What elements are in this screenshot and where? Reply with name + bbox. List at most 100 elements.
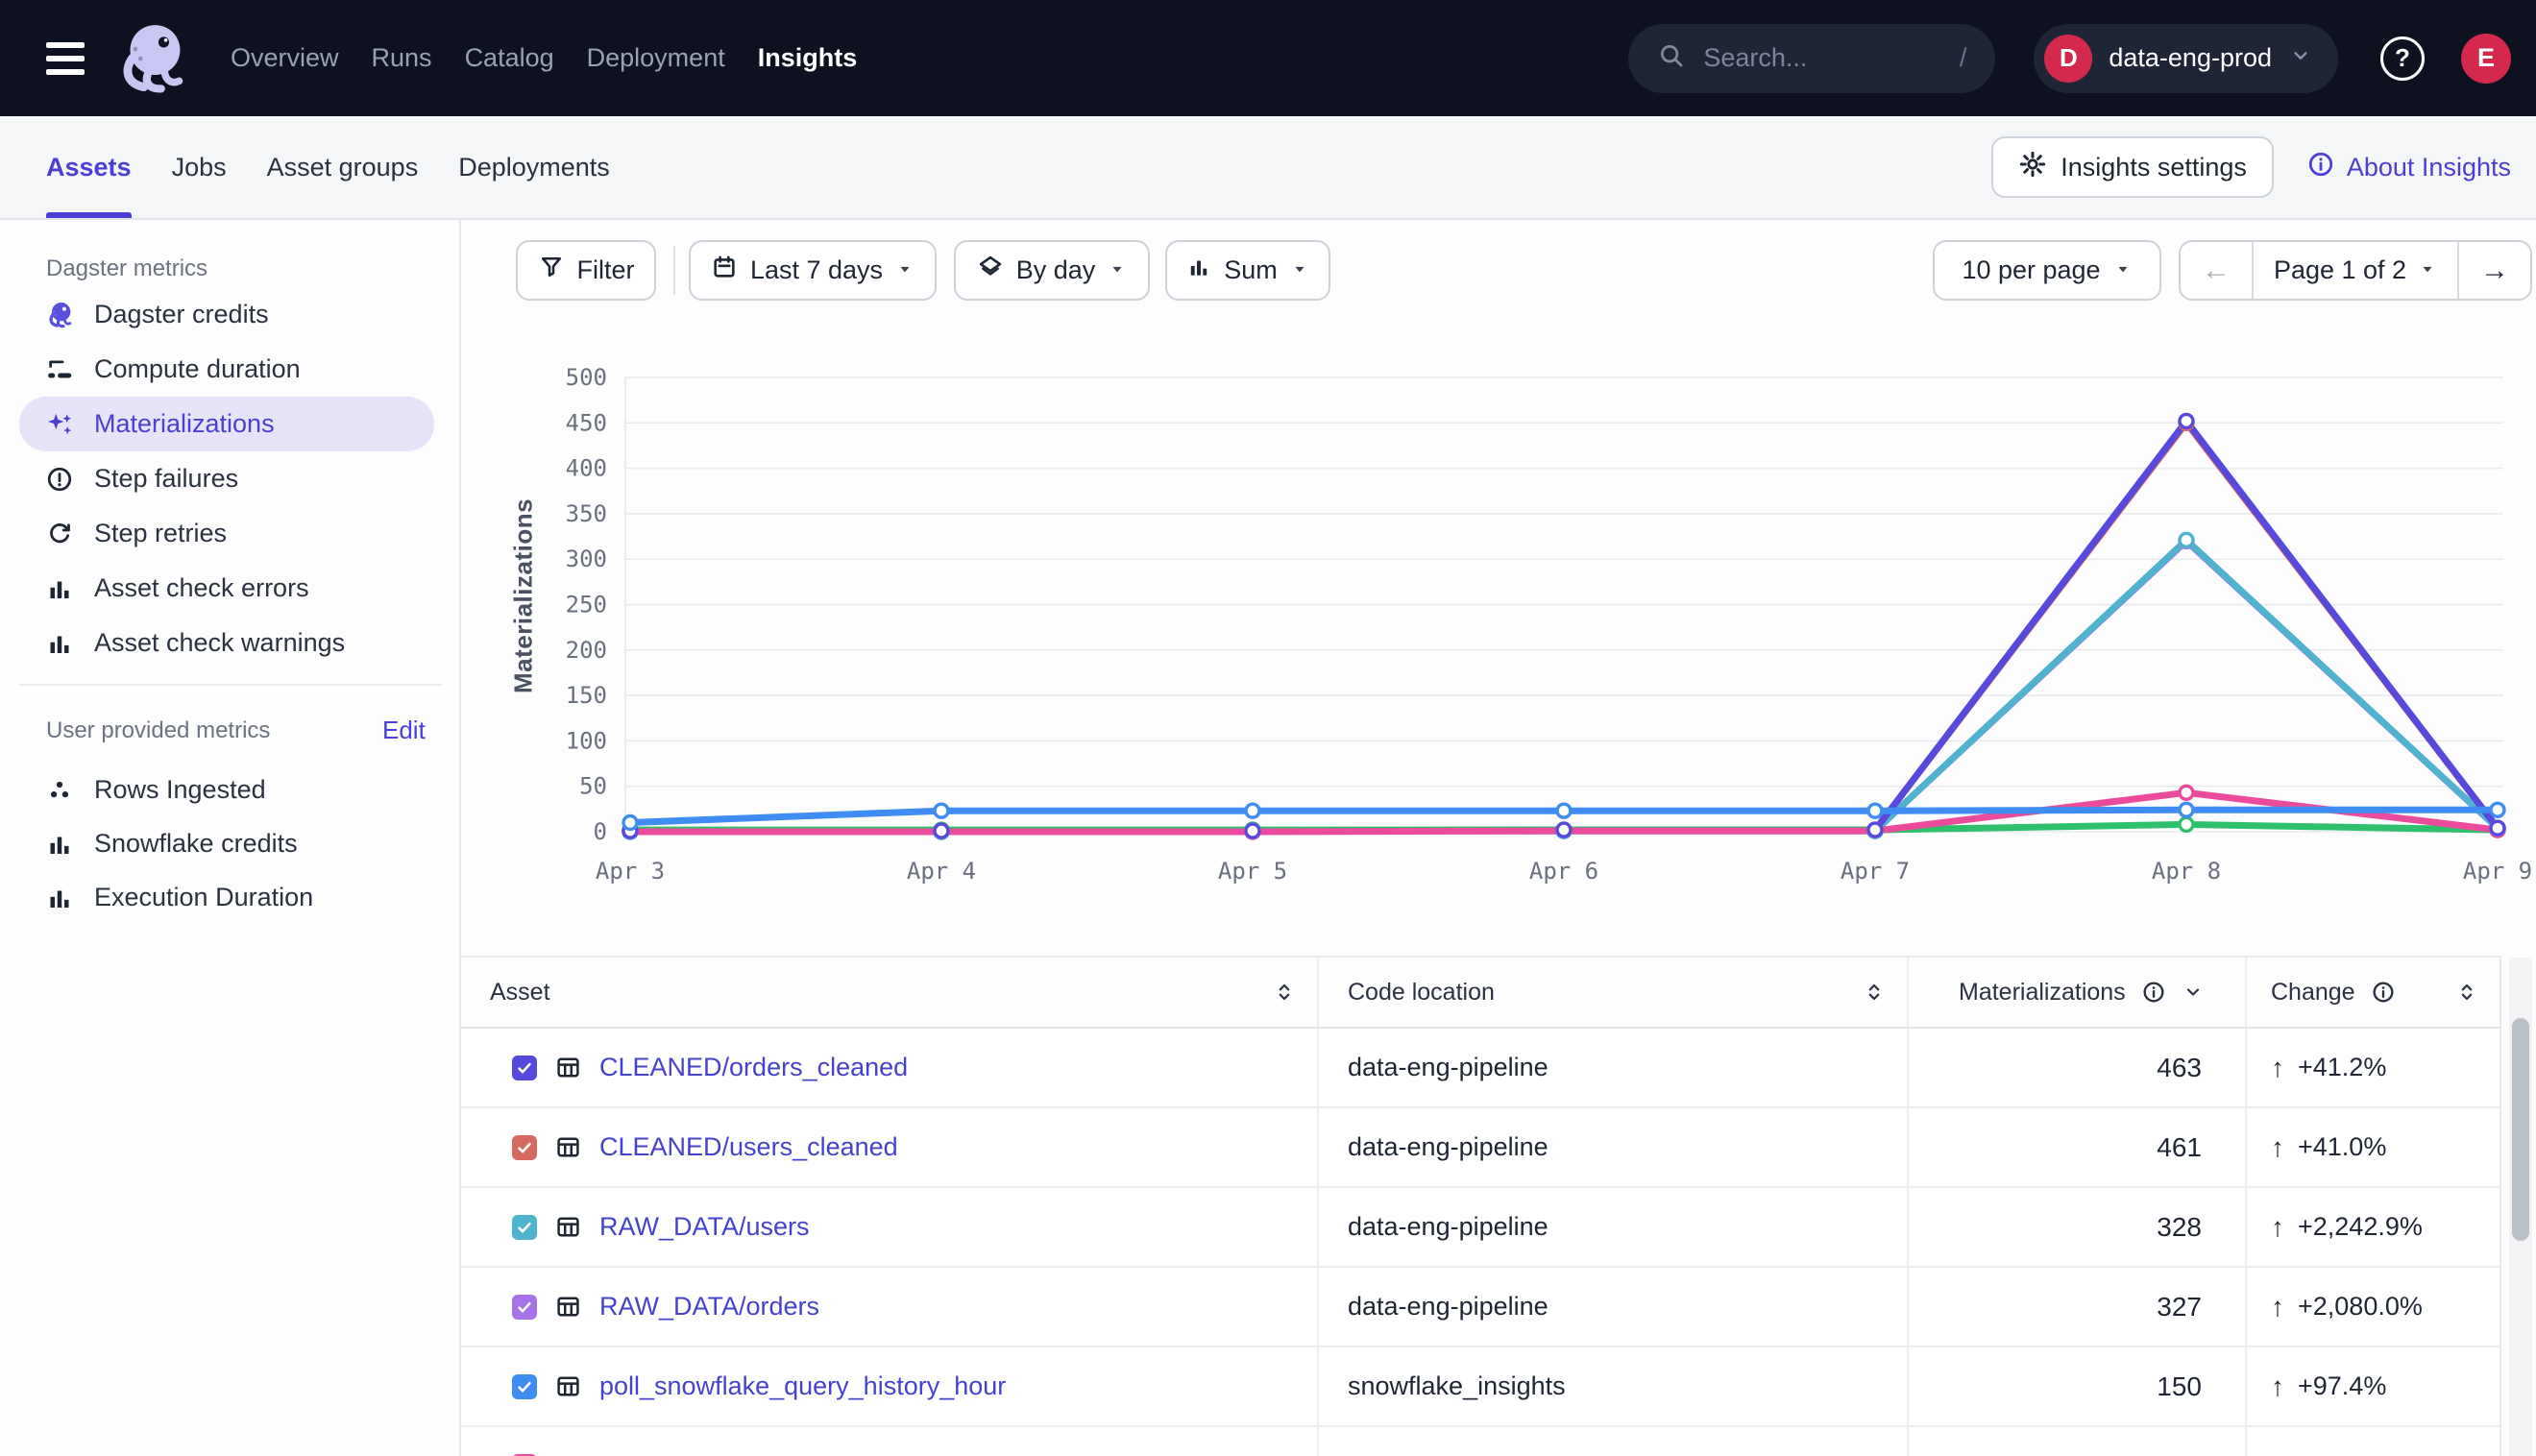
search-icon [1657, 41, 1686, 70]
filter-button[interactable]: Filter [516, 240, 656, 301]
filter-label: Filter [577, 255, 635, 285]
about-insights-label: About Insights [2347, 153, 2511, 182]
sort-desc-icon[interactable] [2182, 981, 2205, 1004]
sidebar-item-asset-check-errors[interactable]: Asset check errors [19, 561, 434, 616]
tab-actions: Insights settings About Insights [1991, 136, 2511, 198]
column-header-asset[interactable]: Asset [461, 958, 1317, 1027]
sort-icon[interactable] [1273, 981, 1296, 1004]
sidebar-item-dagster-credits[interactable]: Dagster credits [19, 287, 434, 342]
next-page-button[interactable]: → [2457, 242, 2530, 299]
tab-jobs[interactable]: Jobs [172, 116, 227, 218]
column-header-materializations[interactable]: Materializations [1907, 958, 2245, 1027]
aggregation-dropdown[interactable]: Sum [1165, 240, 1330, 301]
y-tick-label: 350 [566, 500, 607, 527]
sidebar-item-label: Step failures [94, 464, 238, 494]
info-icon[interactable] [2371, 980, 2396, 1005]
nav-link-insights[interactable]: Insights [758, 43, 858, 73]
sidebar-item-materializations[interactable]: Materializations [19, 397, 434, 451]
y-tick-label: 100 [566, 727, 607, 754]
prev-page-button[interactable]: ← [2181, 242, 2252, 299]
check-icon [515, 1377, 534, 1396]
dagster-logo[interactable] [110, 17, 192, 100]
sidebar-item-label: Asset check warnings [94, 628, 345, 658]
tab-asset-groups[interactable]: Asset groups [267, 116, 419, 218]
materializations-cell: 461 [1907, 1108, 2245, 1186]
granularity-dropdown[interactable]: By day [954, 240, 1150, 301]
code-location-cell: data-eng-pipeline [1317, 1108, 1907, 1186]
y-tick-label: 500 [566, 364, 607, 391]
info-icon [2306, 150, 2335, 179]
caret-down-icon [895, 259, 914, 279]
asset-link[interactable]: RAW_DATA/users [599, 1212, 810, 1242]
dagster-octopus-icon [44, 300, 75, 330]
change-cell [2245, 1427, 2499, 1456]
series-checkbox[interactable] [512, 1135, 537, 1160]
nav-link-overview[interactable]: Overview [231, 43, 339, 73]
table-row: CLEANED/users_cleaned data-eng-pipeline … [461, 1108, 2499, 1188]
sparkles-icon [44, 409, 75, 440]
sidebar-item-rows-ingested[interactable]: Rows Ingested [19, 763, 434, 817]
grid-table-icon [555, 1214, 581, 1240]
info-icon [2306, 150, 2335, 185]
data-point [2180, 786, 2193, 799]
column-header-change[interactable]: Change [2245, 958, 2499, 1027]
data-point [1246, 804, 1259, 817]
asset-link[interactable]: CLEANED/orders_cleaned [599, 1053, 908, 1082]
about-insights-link[interactable]: About Insights [2306, 150, 2511, 185]
vertical-scrollbar-thumb[interactable] [2512, 1018, 2529, 1241]
help-button[interactable]: ? [2380, 36, 2425, 81]
date-range-dropdown[interactable]: Last 7 days [689, 240, 937, 301]
per-page-dropdown[interactable]: 10 per page [1933, 240, 2161, 301]
asset-link[interactable]: poll_snowflake_query_history_hour [599, 1371, 1006, 1401]
sidebar-item-step-failures[interactable]: Step failures [19, 451, 434, 506]
table-icon [555, 1294, 581, 1320]
sort-icon[interactable] [1863, 981, 1886, 1004]
nav-link-deployment[interactable]: Deployment [587, 43, 725, 73]
sidebar-item-snowflake-credits[interactable]: Snowflake credits [19, 816, 434, 871]
change-cell: ↑ +2,242.9% [2245, 1188, 2499, 1266]
x-tick-label: Apr 9 [2463, 858, 2532, 885]
edit-metrics-link[interactable]: Edit [382, 716, 426, 745]
series-checkbox[interactable] [512, 1295, 537, 1320]
tab-deployments[interactable]: Deployments [458, 116, 610, 218]
series-checkbox[interactable] [512, 1374, 537, 1399]
insights-settings-button[interactable]: Insights settings [1991, 136, 2274, 198]
column-header-code-location[interactable]: Code location [1317, 958, 1907, 1027]
sidebar-item-execution-duration[interactable]: Execution Duration [19, 870, 434, 925]
series-checkbox[interactable] [512, 1215, 537, 1240]
dots-icon [45, 776, 74, 805]
search-shortcut: / [1960, 43, 1967, 73]
x-tick-label: Apr 8 [2152, 858, 2221, 885]
series-checkbox[interactable] [512, 1056, 537, 1080]
asset-link[interactable]: CLEANED/users_cleaned [599, 1132, 898, 1162]
dagster-octopus-icon [110, 17, 192, 100]
sidebar-item-asset-check-warnings[interactable]: Asset check warnings [19, 616, 434, 670]
nav-link-runs[interactable]: Runs [372, 43, 432, 73]
sort-icon[interactable] [2455, 981, 2478, 1004]
arrow-up-icon: ↑ [2271, 1212, 2284, 1243]
data-point [935, 824, 948, 837]
sidebar-item-compute-duration[interactable]: Compute duration [19, 342, 434, 397]
nav-link-catalog[interactable]: Catalog [465, 43, 554, 73]
org-switcher[interactable]: D data-eng-prod [2034, 24, 2338, 93]
filter-icon [538, 254, 565, 287]
change-value: +41.0% [2298, 1132, 2386, 1162]
sidebar-item-step-retries[interactable]: Step retries [19, 506, 434, 561]
user-avatar[interactable]: E [2461, 34, 2511, 84]
menu-icon[interactable] [46, 42, 85, 75]
asset-link[interactable]: RAW_DATA/orders [599, 1292, 819, 1322]
data-point [935, 804, 948, 817]
column-label: Asset [490, 979, 550, 1007]
search-input[interactable]: Search... / [1628, 24, 1995, 93]
y-tick-label: 300 [566, 546, 607, 572]
series-line-raw-data-orders [630, 541, 2498, 832]
change-value: +2,242.9% [2298, 1212, 2423, 1242]
check-icon [515, 1218, 534, 1237]
info-icon[interactable] [2141, 980, 2166, 1005]
column-label: Materializations [1959, 979, 2126, 1007]
sidebar-item-label: Materializations [94, 409, 275, 439]
alert-circle-icon [44, 464, 75, 495]
change-value: +2,080.0% [2298, 1292, 2423, 1322]
page-select[interactable]: Page 1 of 2 [2252, 242, 2457, 299]
tab-assets[interactable]: Assets [46, 116, 132, 218]
